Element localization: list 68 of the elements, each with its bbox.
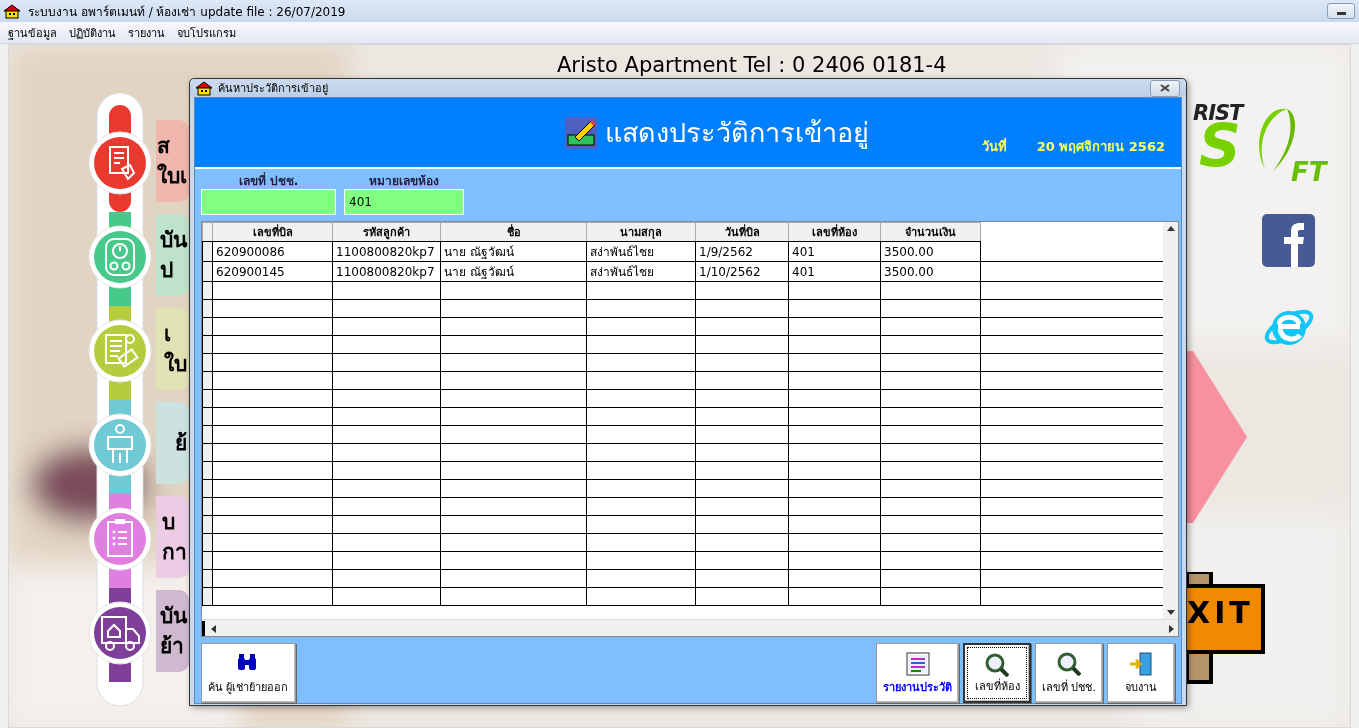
- magnifier-icon: [985, 653, 1009, 677]
- row-header: [202, 241, 213, 262]
- sign-text: XIT: [1187, 598, 1254, 628]
- row-header: [202, 222, 213, 242]
- notepad-pencil-icon: [565, 116, 597, 149]
- toolbar-button[interactable]: เลขที่ห้อง: [963, 643, 1031, 703]
- magnifier-icon: [1057, 652, 1081, 676]
- toolbar-button[interactable]: รายงานประวัติ: [876, 643, 959, 703]
- table-cell: 401: [788, 261, 881, 282]
- menu-tab[interactable]: บัน ย้า: [156, 590, 189, 672]
- dialog-title: ค้นหาประวัติการเข้าอยู่: [218, 81, 329, 97]
- table-cell: 401: [788, 241, 881, 262]
- banner-text: Aristo Apartment Tel : 0 2406 0181-4: [557, 53, 947, 77]
- minimize-button[interactable]: [1327, 3, 1355, 19]
- scroll-left-icon[interactable]: [211, 624, 216, 633]
- table-cell: นาย ณัฐวัฒน์: [440, 261, 587, 282]
- column-header: ชื่อ: [440, 222, 587, 242]
- house-icon: [4, 3, 20, 19]
- date-value: 20 พฤศจิกายน 2562: [1036, 138, 1165, 156]
- input-field[interactable]: 401: [344, 189, 464, 215]
- dialog-heading: แสดงประวัติการเข้าอยู่: [605, 116, 869, 151]
- facebook-icon[interactable]: [1262, 214, 1315, 267]
- menu-tab[interactable]: ส ใบเ: [156, 120, 189, 202]
- table-cell: 1100800820kp7: [332, 241, 441, 262]
- toolbar-button[interactable]: เลขที่ ปชช.: [1035, 643, 1103, 703]
- menu-item[interactable]: ฐานข้อมูล: [2, 21, 63, 44]
- column-header: วันที่บิล: [695, 222, 789, 242]
- table-cell: นาย ณัฐวัฒน์: [440, 241, 587, 262]
- column-header: เลขที่ห้อง: [788, 222, 881, 242]
- horizontal-scrollbar[interactable]: [202, 619, 1178, 636]
- menu-tab[interactable]: ย้: [156, 402, 189, 484]
- close-button[interactable]: [1150, 79, 1180, 97]
- table-cell: 1100800820kp7: [332, 261, 441, 282]
- menu-tab[interactable]: เ ใบ: [156, 308, 189, 390]
- input-field[interactable]: [201, 189, 336, 215]
- vertical-scrollbar[interactable]: [1163, 222, 1178, 619]
- table-cell: สง่าพันธ์ไชย: [586, 261, 696, 282]
- logo-text: FT: [1291, 159, 1327, 185]
- column-header: จำนวนเงิน: [880, 222, 981, 242]
- field-label: เลขที่ ปชช.: [238, 171, 299, 187]
- close-icon: [1160, 84, 1170, 92]
- menu-tab[interactable]: บ กา: [156, 496, 189, 578]
- exit-door-icon: [1129, 652, 1153, 676]
- column-header: เลขที่บิล: [212, 222, 333, 242]
- table-cell: 3500.00: [880, 241, 981, 262]
- table-cell: 1/9/2562: [695, 241, 789, 262]
- column-header: รหัสลูกค้า: [332, 222, 441, 242]
- menu-item[interactable]: ปฏิบัติงาน: [63, 21, 122, 44]
- table-cell: 620900145: [212, 261, 333, 282]
- table-cell: สง่าพันธ์ไชย: [586, 241, 696, 262]
- menu-item[interactable]: รายงาน: [122, 21, 171, 44]
- minimize-icon: [1336, 12, 1346, 15]
- window-title: ระบบงาน อพาร์ตเมนท์ / ห้องเช่า update file : 26/07/2019: [28, 3, 347, 21]
- table-cell: 1/10/2562: [695, 261, 789, 282]
- field-label: หมายเลขห้อง: [369, 173, 439, 187]
- house-icon: [196, 80, 212, 96]
- date-label: วันที่: [981, 136, 1007, 156]
- table-cell: 620900086: [212, 241, 333, 262]
- menu-item[interactable]: จบโปรแกรม: [171, 21, 242, 44]
- scroll-down-icon[interactable]: [1166, 610, 1175, 615]
- toolbar-button[interactable]: ค้น ผู้เช่าย้ายออก: [201, 643, 296, 703]
- report-icon: [905, 652, 930, 676]
- exit-button[interactable]: จบงาน: [1107, 643, 1175, 703]
- scroll-right-icon[interactable]: [1169, 624, 1174, 633]
- scroll-up-icon[interactable]: [1166, 226, 1175, 231]
- column-header: นามสกุล: [586, 222, 696, 242]
- table-cell: 3500.00: [880, 261, 981, 282]
- menu-tab[interactable]: บัน ป: [156, 214, 189, 296]
